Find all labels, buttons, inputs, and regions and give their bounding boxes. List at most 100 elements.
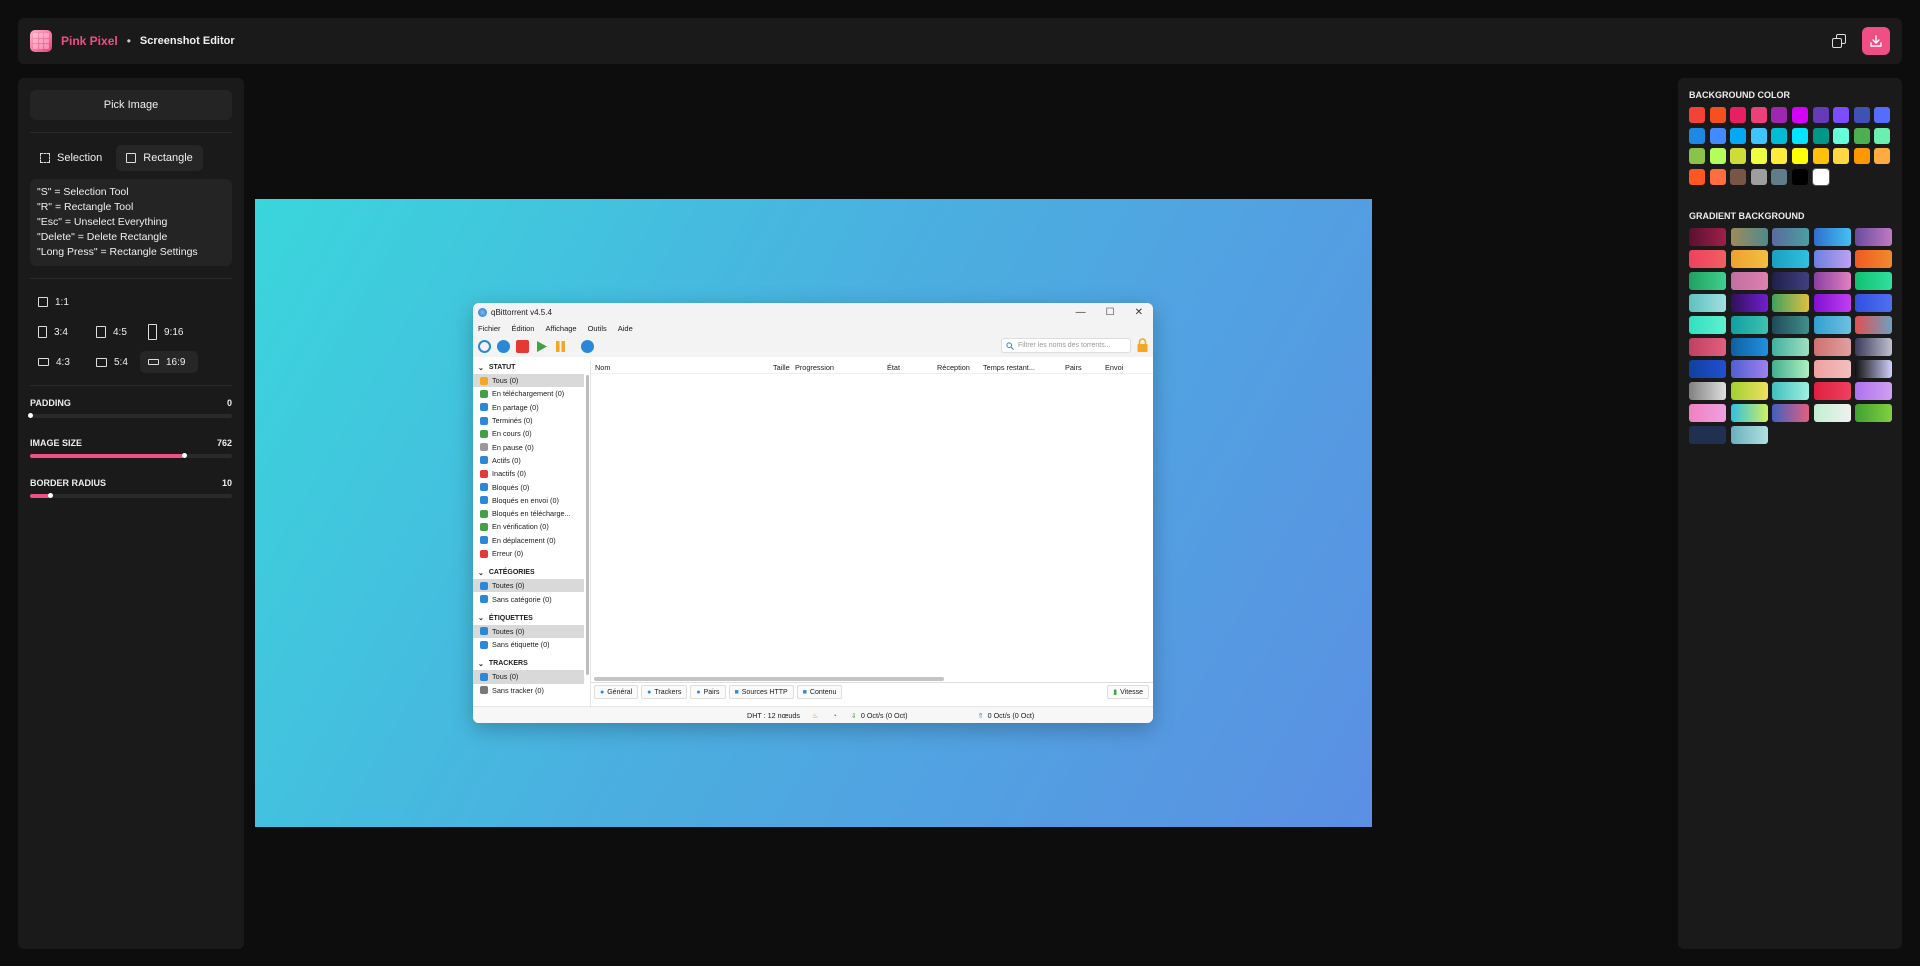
sidebar-item[interactable]: Sans catégorie (0): [473, 592, 584, 605]
ratio-4-5-button[interactable]: 4:5: [88, 321, 140, 343]
slider-handle[interactable]: [181, 453, 187, 458]
gradient-swatch[interactable]: [1855, 337, 1892, 356]
ratio-3-4-button[interactable]: 3:4: [30, 321, 88, 343]
ratio-1-1-button[interactable]: 1:1: [30, 291, 88, 313]
speed-limit-icon[interactable]: ◔: [832, 711, 836, 720]
gradient-swatch[interactable]: [1689, 315, 1726, 334]
color-swatch[interactable]: [1771, 168, 1788, 185]
column-progression[interactable]: Progression: [795, 363, 887, 372]
gradient-swatch[interactable]: [1813, 293, 1851, 312]
sidebar-item[interactable]: Bloqués en envoi (0): [473, 494, 584, 507]
sidebar-item[interactable]: Erreur (0): [473, 547, 584, 560]
gradient-swatch[interactable]: [1855, 381, 1892, 400]
gradient-swatch[interactable]: [1730, 293, 1768, 312]
color-swatch[interactable]: [1833, 127, 1850, 144]
add-link-icon[interactable]: [478, 339, 491, 353]
color-swatch[interactable]: [1771, 148, 1788, 165]
ratio-9-16-button[interactable]: 9:16: [140, 321, 198, 343]
close-icon[interactable]: ✕: [1135, 307, 1143, 318]
slider-handle[interactable]: [28, 413, 33, 418]
etiquettes-header[interactable]: ⌄ ÉTIQUETTES: [473, 612, 590, 625]
add-torrent-icon[interactable]: [497, 339, 510, 353]
gradient-swatch[interactable]: [1772, 403, 1809, 422]
tab-trackers[interactable]: ● Trackers: [641, 685, 688, 699]
sidebar-item[interactable]: En cours (0): [473, 427, 584, 440]
color-swatch[interactable]: [1874, 127, 1891, 144]
border-radius-slider[interactable]: [30, 493, 232, 498]
gradient-swatch[interactable]: [1855, 315, 1892, 334]
column-reception[interactable]: Réception: [937, 363, 983, 372]
pick-image-button[interactable]: Pick Image: [30, 90, 232, 120]
color-swatch[interactable]: [1791, 107, 1808, 123]
gradient-swatch[interactable]: [1689, 271, 1726, 290]
statut-header[interactable]: ⌄ STATUT: [473, 361, 590, 374]
gradient-swatch[interactable]: [1689, 359, 1726, 378]
qbittorrent-window[interactable]: qBittorrent v4.5.4 — ☐ ✕ Fichier Édition…: [473, 303, 1153, 723]
column-taille[interactable]: Taille: [773, 363, 795, 372]
gradient-swatch[interactable]: [1772, 227, 1809, 246]
tab-general[interactable]: ● Général: [594, 685, 639, 699]
color-swatch[interactable]: [1750, 148, 1767, 165]
gradient-swatch[interactable]: [1772, 249, 1809, 268]
column-pairs[interactable]: Pairs: [1065, 363, 1105, 372]
categories-header[interactable]: ⌄ CATÉGORIES: [473, 566, 590, 579]
tab-sources-http[interactable]: ■ Sources HTTP: [728, 685, 794, 699]
sidebar-item[interactable]: En déplacement (0): [473, 534, 584, 547]
color-swatch[interactable]: [1833, 148, 1850, 165]
pause-icon[interactable]: [554, 340, 567, 353]
resume-icon[interactable]: [535, 340, 548, 353]
color-swatch[interactable]: [1771, 127, 1788, 144]
gradient-swatch[interactable]: [1730, 271, 1768, 290]
sidebar-item[interactable]: En partage (0): [473, 401, 584, 414]
gradient-swatch[interactable]: [1689, 227, 1726, 246]
gradient-swatch[interactable]: [1772, 359, 1809, 378]
tab-pairs[interactable]: ● Pairs: [690, 685, 726, 699]
sidebar-item[interactable]: Toutes (0): [473, 579, 584, 593]
gradient-swatch[interactable]: [1813, 315, 1851, 334]
gradient-swatch[interactable]: [1730, 381, 1768, 400]
gradient-swatch[interactable]: [1730, 359, 1768, 378]
sidebar-item[interactable]: Tous (0): [473, 670, 584, 684]
color-swatch[interactable]: [1730, 107, 1747, 123]
sidebar-item[interactable]: En téléchargement (0): [473, 387, 584, 400]
color-swatch[interactable]: [1771, 107, 1788, 123]
column-envoi[interactable]: Envoi: [1105, 363, 1123, 372]
horizontal-scrollbar[interactable]: [594, 677, 944, 681]
gradient-swatch[interactable]: [1772, 293, 1809, 312]
sidebar-item[interactable]: Sans tracker (0): [473, 684, 584, 697]
color-swatch[interactable]: [1709, 107, 1726, 123]
image-size-slider[interactable]: [30, 453, 232, 458]
color-swatch[interactable]: [1730, 168, 1747, 185]
gradient-swatch[interactable]: [1772, 271, 1809, 290]
slider-handle[interactable]: [48, 493, 54, 498]
sidebar-item[interactable]: En vérification (0): [473, 520, 584, 533]
gradient-swatch[interactable]: [1813, 337, 1851, 356]
gradient-swatch[interactable]: [1813, 227, 1851, 246]
gradient-swatch[interactable]: [1813, 249, 1851, 268]
menu-fichier[interactable]: Fichier: [478, 324, 501, 333]
color-swatch[interactable]: [1709, 127, 1726, 144]
delete-icon[interactable]: [516, 339, 529, 353]
sidebar-item[interactable]: Toutes (0): [473, 624, 584, 639]
color-swatch[interactable]: [1812, 168, 1829, 185]
column-temps-restant[interactable]: Temps restant...: [983, 363, 1065, 372]
color-swatch[interactable]: [1750, 168, 1767, 185]
color-swatch[interactable]: [1750, 127, 1767, 144]
sidebar-item[interactable]: Inactifs (0): [473, 467, 584, 480]
trackers-header[interactable]: ⌄ TRACKERS: [473, 657, 590, 670]
gradient-swatch[interactable]: [1689, 381, 1726, 400]
ratio-16-9-button[interactable]: 16:9: [140, 351, 198, 373]
gradient-swatch[interactable]: [1855, 271, 1892, 290]
color-swatch[interactable]: [1874, 107, 1891, 123]
rectangle-tool-button[interactable]: Rectangle: [116, 145, 203, 171]
color-swatch[interactable]: [1750, 107, 1767, 123]
gradient-swatch[interactable]: [1813, 271, 1851, 290]
sidebar-scrollbar[interactable]: [586, 375, 589, 675]
color-swatch[interactable]: [1853, 148, 1870, 165]
color-swatch[interactable]: [1853, 127, 1870, 144]
gradient-swatch[interactable]: [1689, 293, 1726, 312]
gradient-swatch[interactable]: [1772, 337, 1809, 356]
gradient-swatch[interactable]: [1855, 227, 1892, 246]
color-swatch[interactable]: [1812, 107, 1829, 123]
gradient-swatch[interactable]: [1730, 403, 1768, 422]
